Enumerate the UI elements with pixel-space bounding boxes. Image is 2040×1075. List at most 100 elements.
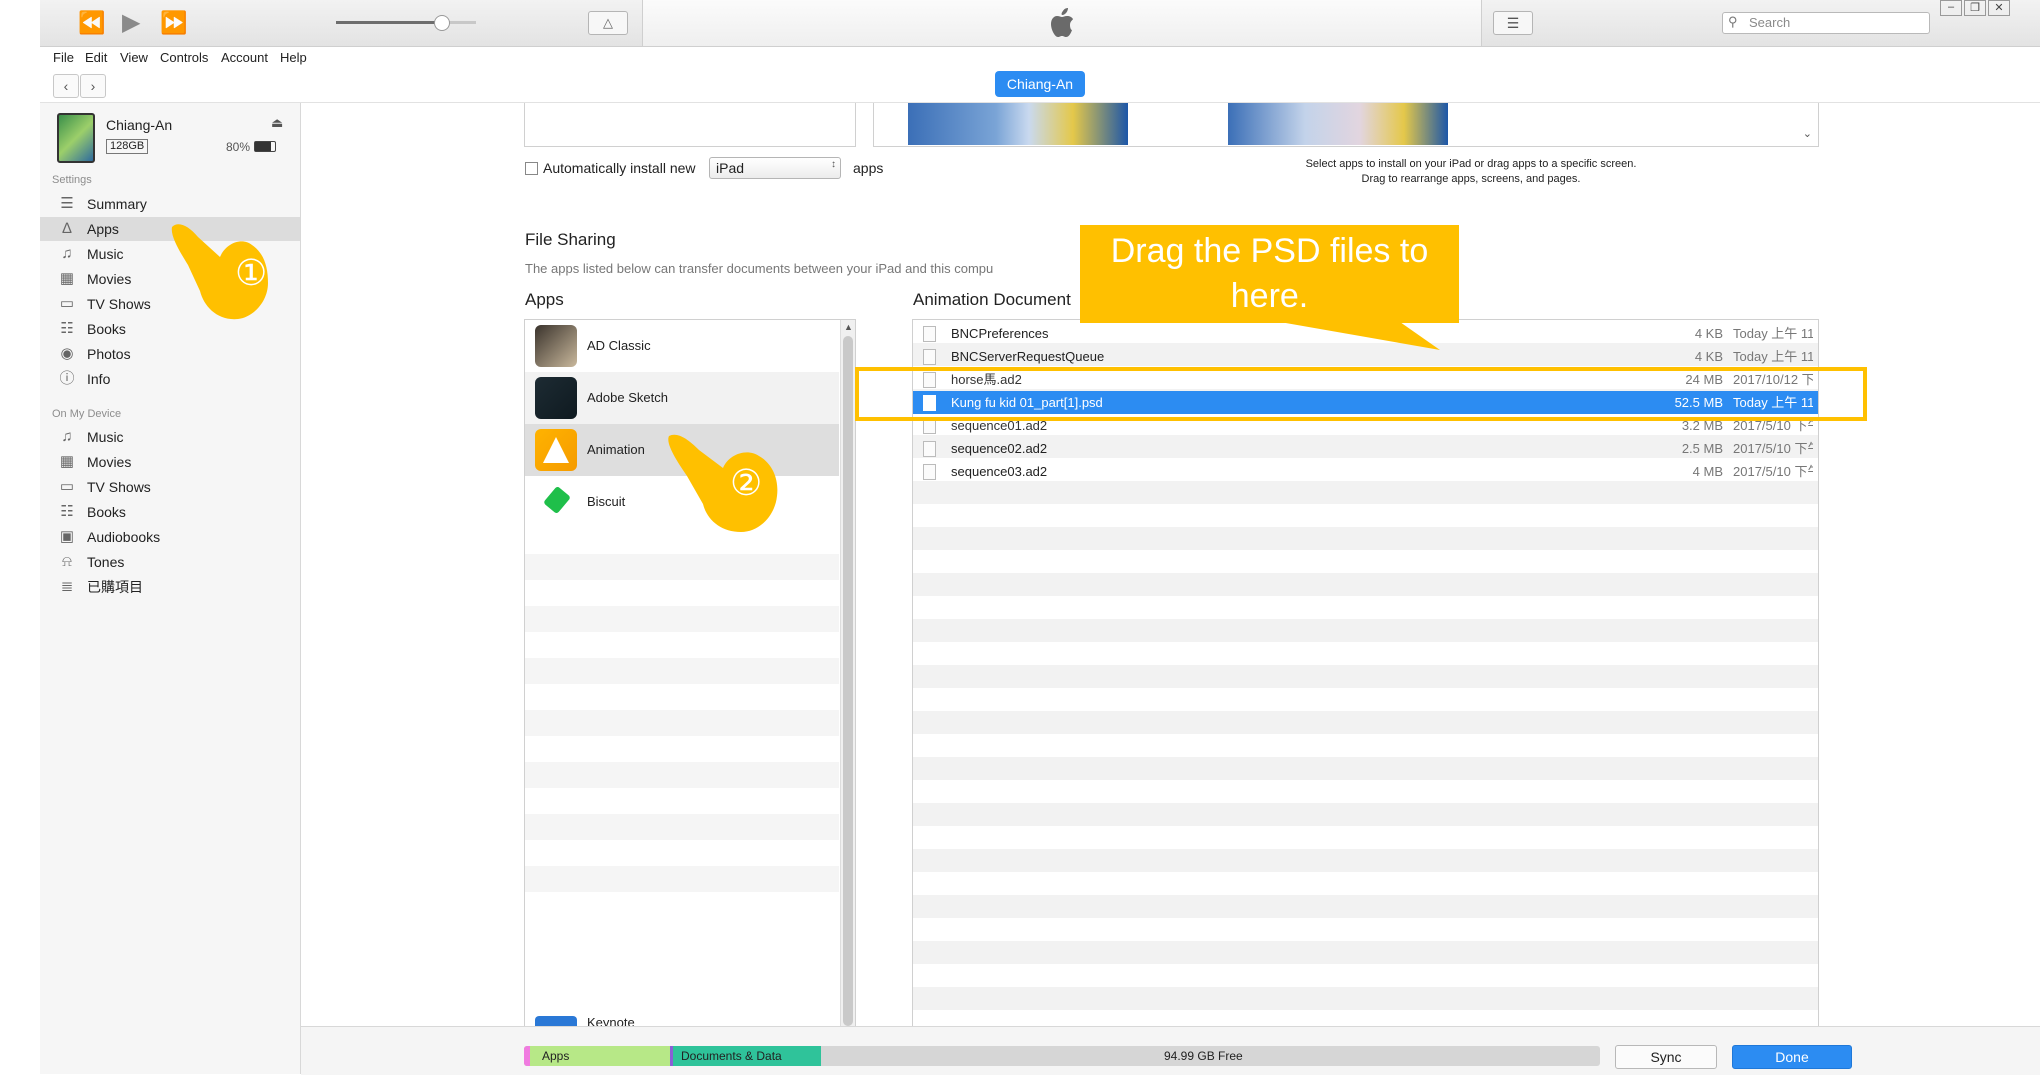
battery-icon <box>254 141 276 152</box>
document-name: sequence03.ad2 <box>951 464 1048 479</box>
sidebar-item-label: TV Shows <box>87 479 151 495</box>
menu-account[interactable]: Account <box>221 50 268 65</box>
playlist-icon: ≣ <box>60 578 74 595</box>
fast-forward-icon[interactable]: ⏩ <box>160 0 187 46</box>
menu-help[interactable]: Help <box>280 50 307 65</box>
sync-button[interactable]: Sync <box>1615 1045 1717 1069</box>
document-name: BNCServerRequestQueue <box>951 349 1105 364</box>
empty-row <box>913 573 1818 596</box>
list-icon[interactable]: ☰ <box>1493 11 1533 35</box>
empty-row <box>913 987 1818 1010</box>
empty-row <box>525 814 839 840</box>
window-controls[interactable]: – ❐ ✕ <box>1940 0 2020 18</box>
books-icon: ☷ <box>60 503 74 520</box>
install-hint-line-2: Drag to rearrange apps, screens, and pag… <box>1361 173 1581 185</box>
document-size: 2.5 MB <box>1681 441 1723 456</box>
close-icon[interactable]: ✕ <box>1988 0 2010 16</box>
app-row[interactable]: AD Classic <box>525 320 839 372</box>
volume-slider[interactable] <box>336 15 476 31</box>
menu-file[interactable]: File <box>53 50 74 65</box>
summary-icon: ☰ <box>60 195 74 212</box>
done-button[interactable]: Done <box>1732 1045 1852 1069</box>
apps-header: Apps <box>525 290 564 309</box>
home-screen-page-2 <box>1228 103 1448 145</box>
tv-icon: ▭ <box>59 478 75 495</box>
device-type-select[interactable]: iPad ↕ <box>709 157 841 179</box>
apple-logo <box>1051 8 1073 37</box>
callout-pointer <box>1280 322 1440 350</box>
empty-row <box>913 849 1818 872</box>
sidebar-item-device-已購項目[interactable]: ≣ 已購項目 <box>40 575 300 599</box>
sidebar-item-label: Movies <box>87 271 132 287</box>
document-file-icon <box>923 349 936 365</box>
scroll-thumb[interactable] <box>843 336 853 1026</box>
battery-percent: 80% <box>226 140 251 154</box>
restore-icon[interactable]: ❐ <box>1964 0 1986 16</box>
empty-row <box>525 710 839 736</box>
eject-icon[interactable]: ⏏ <box>271 115 283 131</box>
document-date: 2017/5/10 下午 12:... <box>1733 441 1813 456</box>
back-button[interactable]: ‹ <box>53 74 79 98</box>
document-date: 2017/5/10 下午 12:... <box>1733 464 1813 479</box>
search-box[interactable]: ⚲ Search <box>1722 12 1930 34</box>
auto-install-checkbox[interactable] <box>525 162 538 175</box>
rewind-icon[interactable]: ⏪ <box>78 0 105 46</box>
sidebar-item-device-tv-shows[interactable]: ▭ TV Shows <box>40 475 300 499</box>
sidebar-item-device-tones[interactable]: ⍾ Tones <box>40 550 300 574</box>
document-file-icon <box>923 326 936 342</box>
install-hint-line-1: Select apps to install on your iPad or d… <box>1305 158 1637 170</box>
instruction-callout: Drag the PSD files to here. <box>1080 225 1459 323</box>
on-my-device-header: On My Device <box>52 408 122 420</box>
storage-docs-label: Documents & Data <box>681 1049 782 1063</box>
sidebar-item-device-audiobooks[interactable]: ▣ Audiobooks <box>40 525 300 549</box>
sidebar-item-settings-info[interactable]: ⓘ Info <box>40 367 300 391</box>
app-list-panel <box>524 103 856 147</box>
search-input[interactable]: Search <box>1749 15 1790 30</box>
adobe-sketch-app-icon <box>535 377 577 419</box>
airplay-icon[interactable]: △ <box>588 11 628 35</box>
app-row[interactable]: Adobe Sketch <box>525 372 839 424</box>
device-name: Chiang-An <box>106 117 173 133</box>
audiobooks-icon: ▣ <box>59 528 75 545</box>
updown-icon: ↕ <box>831 159 836 170</box>
sidebar-item-label: Info <box>87 371 111 387</box>
document-row[interactable]: sequence03.ad2 4 MB 2017/5/10 下午 12:... <box>913 460 1818 483</box>
forward-button[interactable]: › <box>80 74 106 98</box>
sidebar-item-label: Photos <box>87 346 131 362</box>
apps-scrollbar[interactable]: ▲ <box>840 320 855 1028</box>
storage-free-label: 94.99 GB Free <box>1164 1049 1243 1063</box>
lcd-display <box>642 0 1482 46</box>
document-row[interactable]: sequence02.ad2 2.5 MB 2017/5/10 下午 12:... <box>913 437 1818 460</box>
empty-row <box>525 866 839 892</box>
music-icon: ♫ <box>61 428 73 445</box>
sidebar-item-label: Music <box>87 429 124 445</box>
sidebar-item-settings-summary[interactable]: ☰ Summary <box>40 192 300 216</box>
ad-classic-app-icon <box>535 325 577 367</box>
scroll-up-icon[interactable]: ▲ <box>844 322 853 332</box>
document-name: BNCPreferences <box>951 326 1049 341</box>
sidebar-item-label: Apps <box>87 221 119 237</box>
sidebar-item-device-movies[interactable]: ▦ Movies <box>40 450 300 474</box>
play-icon[interactable]: ▶ <box>122 0 140 46</box>
menu-bar: File Edit View Controls Account Help <box>40 47 2040 69</box>
device-button[interactable]: Chiang-An <box>995 71 1085 97</box>
empty-row <box>913 711 1818 734</box>
empty-row <box>525 658 839 684</box>
sidebar-item-device-books[interactable]: ☷ Books <box>40 500 300 524</box>
file-sharing-title: File Sharing <box>525 230 616 249</box>
document-date: Today 上午 11:24 <box>1733 326 1813 341</box>
minimize-icon[interactable]: – <box>1940 0 1962 16</box>
auto-install-suffix: apps <box>853 160 884 176</box>
menu-controls[interactable]: Controls <box>160 50 208 65</box>
empty-row <box>525 762 839 788</box>
chevron-down-icon[interactable]: ⌄ <box>1803 127 1812 140</box>
menu-view[interactable]: View <box>120 50 148 65</box>
sidebar-item-device-music[interactable]: ♫ Music <box>40 425 300 449</box>
volume-knob[interactable] <box>434 15 450 31</box>
document-file-icon <box>923 441 936 457</box>
menu-edit[interactable]: Edit <box>85 50 107 65</box>
sidebar-item-settings-photos[interactable]: ◉ Photos <box>40 342 300 366</box>
psd-row-highlight-box <box>855 367 1867 421</box>
step-2-marker: ② <box>730 462 763 503</box>
sidebar-item-label: 已購項目 <box>87 579 143 595</box>
